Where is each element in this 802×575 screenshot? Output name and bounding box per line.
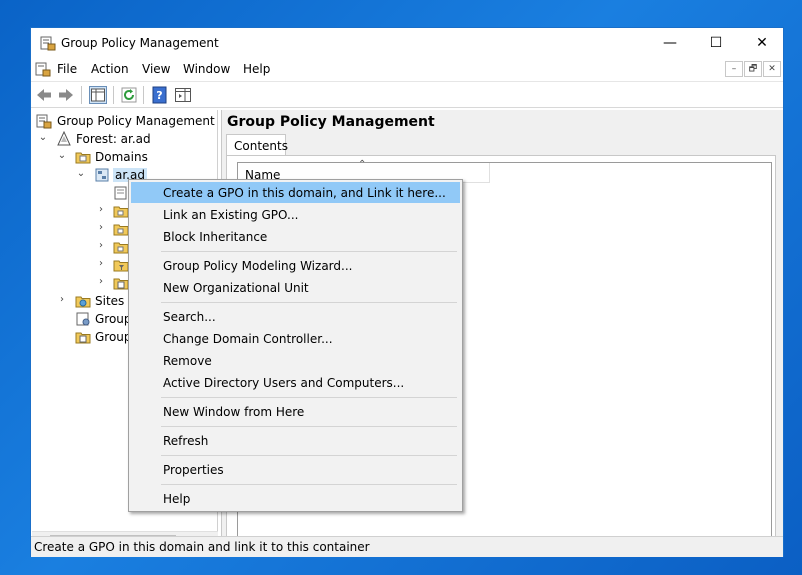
pane-title: Group Policy Management xyxy=(227,114,435,130)
menu-item-new-ou[interactable]: New Organizational Unit xyxy=(131,277,460,298)
chevron-right-icon[interactable]: › xyxy=(96,204,106,215)
tree-item-label: Sites xyxy=(95,294,125,308)
menu-item-search[interactable]: Search... xyxy=(131,306,460,327)
menu-view[interactable]: View xyxy=(142,62,170,76)
chevron-down-icon[interactable]: ⌄ xyxy=(57,150,67,161)
svg-text:?: ? xyxy=(156,89,162,102)
window-title: Group Policy Management xyxy=(61,36,219,50)
chevron-right-icon[interactable]: › xyxy=(57,294,67,305)
results-icon xyxy=(75,332,91,344)
menu-item-ad-users-computers[interactable]: Active Directory Users and Computers... xyxy=(131,372,460,393)
sites-icon xyxy=(75,296,91,308)
menu-item-create-gpo-and-link[interactable]: Create a GPO in this domain, and Link it… xyxy=(131,182,460,203)
menu-separator xyxy=(161,484,457,485)
tab-contents[interactable]: Contents xyxy=(226,134,288,156)
toolbar-separator xyxy=(81,86,82,104)
menu-item-gp-modeling-wizard[interactable]: Group Policy Modeling Wizard... xyxy=(131,255,460,276)
menu-bar: File Action View Window Help – 🗗 ✕ xyxy=(31,58,783,80)
menu-item-label: Link an Existing GPO... xyxy=(163,208,299,222)
menu-item-label: Refresh xyxy=(163,434,209,448)
menu-separator xyxy=(161,455,457,456)
starter-gpo-icon xyxy=(113,278,129,290)
menu-item-label: Active Directory Users and Computers... xyxy=(163,376,405,390)
chevron-right-icon[interactable]: › xyxy=(96,276,106,287)
menu-separator xyxy=(161,251,457,252)
tree-item-label: Forest: ar.ad xyxy=(76,132,151,146)
domain-icon xyxy=(95,168,109,182)
chevron-down-icon[interactable]: ⌄ xyxy=(76,168,86,179)
gpo-link-icon xyxy=(114,186,127,200)
menu-item-label: Change Domain Controller... xyxy=(163,332,333,346)
mdi-close-button[interactable]: ✕ xyxy=(763,61,781,77)
menu-item-remove[interactable]: Remove xyxy=(131,350,460,371)
mdi-minimize-button[interactable]: – xyxy=(725,61,743,77)
menu-item-change-dc[interactable]: Change Domain Controller... xyxy=(131,328,460,349)
close-button[interactable]: ✕ xyxy=(739,28,785,58)
system-menu-icon[interactable] xyxy=(35,61,51,77)
context-menu: Create a GPO in this domain, and Link it… xyxy=(128,179,463,512)
menu-item-label: New Window from Here xyxy=(163,405,305,419)
menu-item-new-window[interactable]: New Window from Here xyxy=(131,401,460,422)
chevron-right-icon[interactable]: › xyxy=(96,240,106,251)
tree-item-label: Group xyxy=(95,330,132,344)
tree-item-gpm-root[interactable]: Group Policy Management xyxy=(32,112,218,130)
status-bar: Create a GPO in this domain and link it … xyxy=(31,536,783,557)
menu-item-label: Group Policy Modeling Wizard... xyxy=(163,259,353,273)
ou-icon xyxy=(113,224,129,236)
forest-icon xyxy=(57,131,71,146)
ou-icon xyxy=(113,242,129,254)
action-pane-icon[interactable] xyxy=(174,86,192,104)
tab-label: Contents xyxy=(234,139,288,153)
menu-item-label: Remove xyxy=(163,354,212,368)
mdi-restore-button[interactable]: 🗗 xyxy=(744,61,762,77)
menu-item-label: Help xyxy=(163,492,191,506)
title-bar[interactable]: Group Policy Management — ☐ ✕ xyxy=(31,28,783,58)
menu-separator xyxy=(161,302,457,303)
ou-icon xyxy=(113,206,129,218)
menu-window[interactable]: Window xyxy=(183,62,230,76)
menu-item-help[interactable]: Help xyxy=(131,488,460,509)
toolbar-separator xyxy=(143,86,144,104)
gpmc-icon xyxy=(36,114,52,129)
menu-item-label: Search... xyxy=(163,310,216,324)
menu-file[interactable]: File xyxy=(57,62,77,76)
toolbar-separator xyxy=(113,86,114,104)
help-icon[interactable]: ? xyxy=(151,86,169,104)
menu-item-label: Create a GPO in this domain, and Link it… xyxy=(163,186,446,200)
sort-ascending-icon: ⌃ xyxy=(358,159,367,170)
tree-item-forest[interactable]: ⌄ Forest: ar.ad xyxy=(32,130,218,148)
menu-item-block-inheritance[interactable]: Block Inheritance xyxy=(131,226,460,247)
menu-item-label: New Organizational Unit xyxy=(163,281,309,295)
chevron-down-icon[interactable]: ⌄ xyxy=(38,132,48,143)
menu-item-refresh[interactable]: Refresh xyxy=(131,430,460,451)
show-hide-console-tree-icon[interactable] xyxy=(89,86,107,104)
menu-separator xyxy=(161,397,457,398)
refresh-icon[interactable] xyxy=(120,86,138,104)
menu-help[interactable]: Help xyxy=(243,62,270,76)
tree-item-label: Group Policy Management xyxy=(57,114,215,128)
tree-item-label: Group xyxy=(95,312,132,326)
tree-item-label: Domains xyxy=(95,150,148,164)
chevron-right-icon[interactable]: › xyxy=(96,222,106,233)
gpmc-app-icon xyxy=(40,36,56,51)
minimize-button[interactable]: — xyxy=(647,28,693,58)
forward-arrow-icon[interactable] xyxy=(57,86,75,104)
modeling-icon xyxy=(76,312,90,326)
menu-item-label: Block Inheritance xyxy=(163,230,268,244)
wmi-filters-icon xyxy=(113,260,129,272)
maximize-button[interactable]: ☐ xyxy=(693,28,739,58)
tree-item-domains[interactable]: ⌄ Domains xyxy=(32,148,218,166)
chevron-right-icon[interactable]: › xyxy=(96,258,106,269)
menu-item-link-existing-gpo[interactable]: Link an Existing GPO... xyxy=(131,204,460,225)
menu-separator xyxy=(161,426,457,427)
menu-item-label: Properties xyxy=(163,463,224,477)
status-text: Create a GPO in this domain and link it … xyxy=(34,540,370,554)
back-arrow-icon[interactable] xyxy=(35,86,53,104)
menu-action[interactable]: Action xyxy=(91,62,129,76)
toolbar: ? xyxy=(31,81,783,108)
menu-item-properties[interactable]: Properties xyxy=(131,459,460,480)
folder-icon xyxy=(75,152,91,164)
